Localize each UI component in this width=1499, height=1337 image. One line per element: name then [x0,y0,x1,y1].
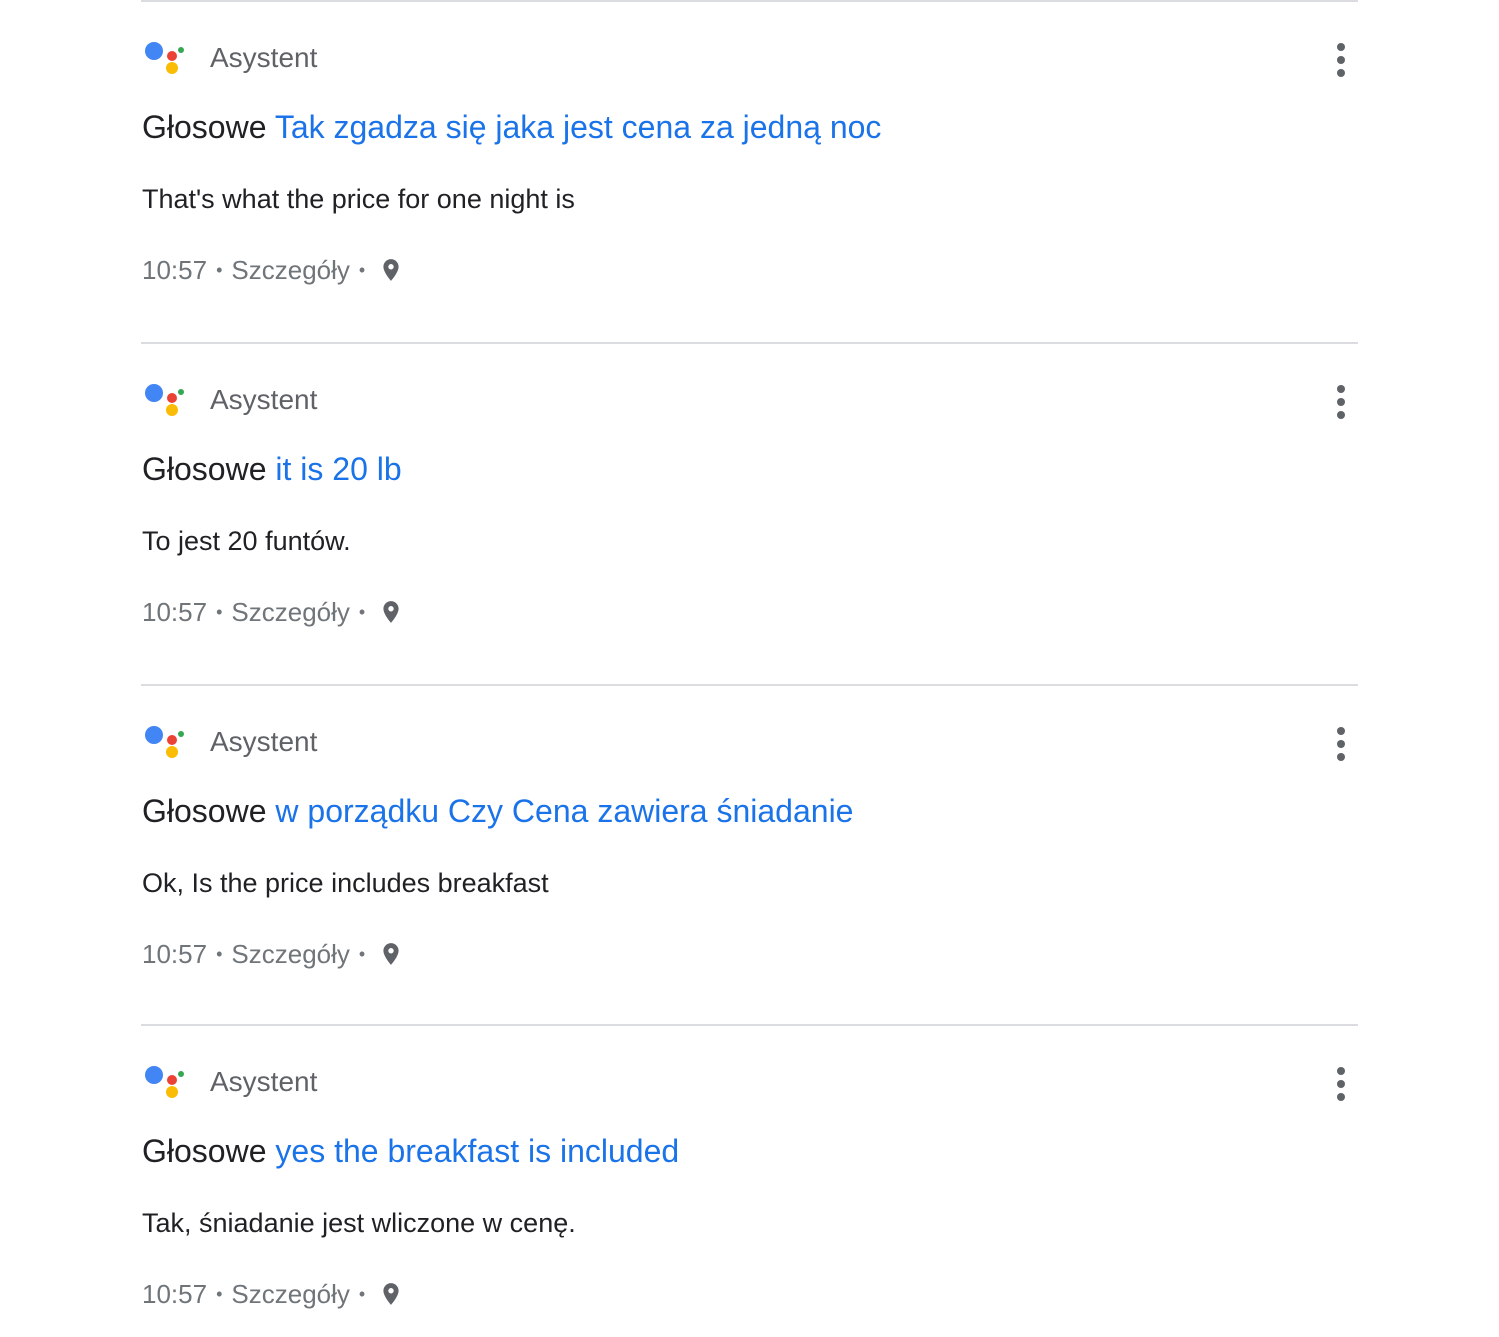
voice-query-link[interactable]: yes the breakfast is included [275,1133,679,1169]
assistant-response: Ok, Is the price includes breakfast [142,868,549,898]
entry-type-label: Głosowe [142,451,267,487]
details-link[interactable]: Szczegóły [231,596,350,628]
more-vert-icon[interactable] [1324,40,1358,80]
meta-separator: • [358,260,366,280]
entry-title: Głosowe yes the breakfast is included [142,1131,679,1171]
location-pin-icon[interactable] [378,938,404,970]
assistant-response: Tak, śniadanie jest wliczone w cenę. [142,1208,576,1238]
assistant-logo-icon [145,726,185,760]
entry-title: Głosowe Tak zgadza się jaka jest cena za… [142,107,881,147]
details-link[interactable]: Szczegóły [231,938,350,970]
details-link[interactable]: Szczegóły [231,1278,350,1310]
assistant-response: To jest 20 funtów. [142,526,351,556]
entry-meta: 10:57 • Szczegóły • [142,1278,404,1310]
entry-title: Głosowe it is 20 lb [142,449,402,489]
app-name: Asystent [210,1066,318,1097]
entry-type-label: Głosowe [142,109,267,145]
app-name: Asystent [210,384,318,415]
app-name: Asystent [210,726,318,757]
location-pin-icon[interactable] [378,596,404,628]
details-link[interactable]: Szczegóły [231,254,350,286]
more-vert-icon[interactable] [1324,382,1358,422]
voice-query-link[interactable]: w porządku Czy Cena zawiera śniadanie [275,793,853,829]
entry-time: 10:57 [142,597,208,627]
app-name: Asystent [210,42,318,73]
activity-entry: Asystent Głosowe it is 20 lb To jest 20 … [141,344,1358,644]
location-pin-icon[interactable] [378,254,404,286]
entry-title: Głosowe w porządku Czy Cena zawiera śnia… [142,791,853,831]
entry-meta: 10:57 • Szczegóły • [142,254,404,286]
entry-time: 10:57 [142,1279,208,1309]
entry-time: 10:57 [142,255,208,285]
assistant-response: That's what the price for one night is [142,184,575,214]
assistant-logo-icon [145,1066,185,1100]
meta-separator: • [358,1284,366,1304]
assistant-logo-icon [145,42,185,76]
meta-separator: • [216,944,223,964]
meta-separator: • [216,1284,223,1304]
activity-entry: Asystent Głosowe yes the breakfast is in… [141,1026,1358,1326]
more-vert-icon[interactable] [1324,1064,1358,1104]
voice-query-link[interactable]: Tak zgadza się jaka jest cena za jedną n… [275,109,882,145]
assistant-logo-icon [145,384,185,418]
entry-meta: 10:57 • Szczegóły • [142,596,404,628]
meta-separator: • [216,602,223,622]
location-pin-icon[interactable] [378,1278,404,1310]
meta-separator: • [358,944,366,964]
activity-entry: Asystent Głosowe Tak zgadza się jaka jes… [141,2,1358,302]
entry-meta: 10:57 • Szczegóły • [142,938,404,970]
entry-type-label: Głosowe [142,793,267,829]
meta-separator: • [216,260,223,280]
more-vert-icon[interactable] [1324,724,1358,764]
activity-entry: Asystent Głosowe w porządku Czy Cena zaw… [141,686,1358,986]
voice-query-link[interactable]: it is 20 lb [275,451,401,487]
meta-separator: • [358,602,366,622]
entry-type-label: Głosowe [142,1133,267,1169]
entry-time: 10:57 [142,939,208,969]
